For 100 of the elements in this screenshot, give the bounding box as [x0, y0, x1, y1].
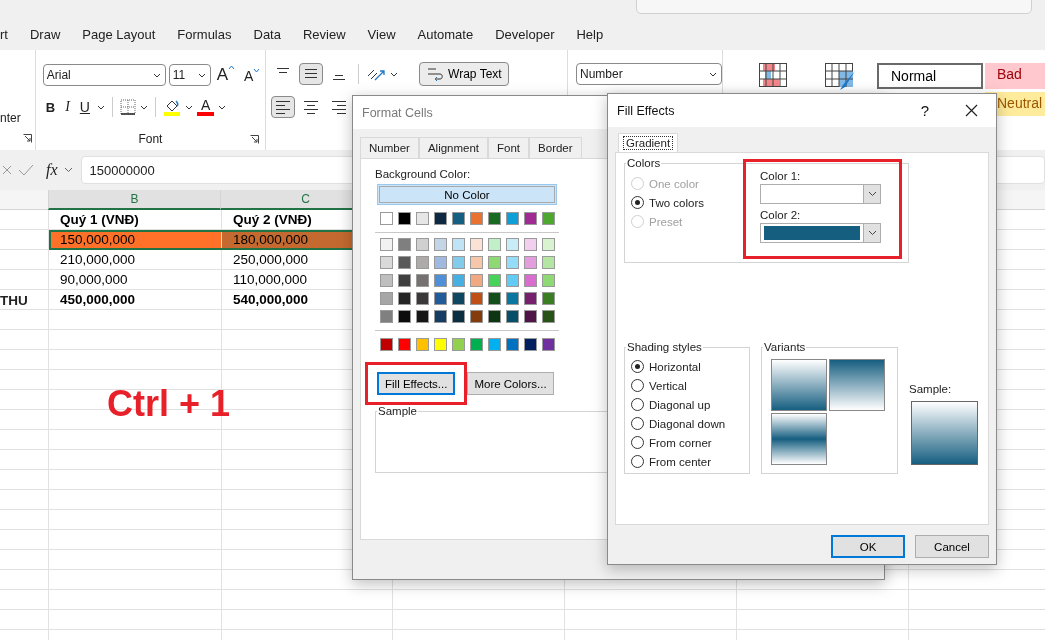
color-swatch[interactable] — [452, 338, 465, 351]
format-button[interactable]: U — [76, 99, 93, 115]
color-swatch[interactable] — [380, 338, 393, 351]
color-swatch[interactable] — [506, 338, 519, 351]
radio-button[interactable] — [631, 360, 644, 373]
color-swatch[interactable] — [452, 238, 465, 251]
color-swatch[interactable] — [470, 338, 483, 351]
color-swatch[interactable] — [524, 212, 537, 225]
chevron-icon[interactable] — [218, 104, 227, 110]
dialog-tab[interactable]: Border — [529, 137, 582, 158]
color-swatch[interactable] — [524, 292, 537, 305]
gradient-swatch[interactable] — [771, 413, 827, 465]
number-format-dropdown[interactable]: Number — [576, 63, 722, 85]
ribbon-tab[interactable]: Data — [242, 26, 292, 42]
gradient-swatch[interactable] — [771, 359, 827, 411]
color-swatch[interactable] — [506, 238, 519, 251]
color-swatch[interactable] — [416, 310, 429, 323]
color-swatch[interactable] — [488, 256, 501, 269]
color-swatch[interactable] — [524, 256, 537, 269]
color-dropdown[interactable] — [760, 223, 881, 243]
chevron-icon[interactable] — [139, 104, 148, 110]
align-button[interactable] — [299, 63, 324, 85]
dialog-button[interactable]: Cancel — [915, 535, 989, 558]
radio-option[interactable]: From center — [631, 454, 743, 469]
color-swatch[interactable] — [488, 212, 501, 225]
radio-button[interactable] — [631, 379, 644, 392]
color-swatch[interactable] — [506, 212, 519, 225]
ribbon-tab[interactable]: View — [356, 26, 407, 42]
radio-option[interactable]: Diagonal up — [631, 397, 743, 412]
dialog-launcher-icon[interactable] — [250, 135, 260, 144]
radio-option[interactable]: Vertical — [631, 378, 743, 393]
dialog-button[interactable]: OK — [831, 535, 905, 558]
dialog-tab[interactable]: Number — [360, 137, 419, 158]
radio-button[interactable] — [631, 436, 644, 449]
ribbon-tab[interactable]: Page Layout — [71, 26, 167, 42]
color-swatch[interactable] — [524, 338, 537, 351]
color-swatch[interactable] — [488, 238, 501, 251]
ribbon-tab[interactable]: Help — [565, 26, 615, 42]
color-swatch[interactable] — [470, 274, 483, 287]
radio-option[interactable]: Two colors — [631, 195, 743, 210]
no-color-button[interactable]: No Color — [377, 184, 557, 205]
color-swatch[interactable] — [434, 238, 447, 251]
color-swatch[interactable] — [398, 256, 411, 269]
color-swatch[interactable] — [416, 238, 429, 251]
color-swatch[interactable] — [398, 338, 411, 351]
dialog-launcher-icon[interactable] — [23, 134, 32, 143]
color-swatch[interactable] — [380, 310, 393, 323]
dialog-tab[interactable]: Gradient — [618, 133, 679, 152]
color-swatch[interactable] — [380, 256, 393, 269]
ribbon-tab[interactable]: Formulas — [166, 26, 243, 42]
color-swatch[interactable] — [470, 238, 483, 251]
color-swatch[interactable] — [452, 256, 465, 269]
conditional-formatting-icon[interactable] — [759, 63, 787, 87]
ribbon-tab[interactable]: Review — [291, 26, 357, 42]
font-name-dropdown[interactable]: Arial — [42, 64, 166, 86]
color-swatch[interactable] — [452, 212, 465, 225]
color-swatch[interactable] — [452, 310, 465, 323]
color-dropdown[interactable] — [760, 184, 881, 204]
radio-button[interactable] — [631, 196, 644, 209]
merge-center-label[interactable]: nter — [0, 111, 21, 125]
color-swatch[interactable] — [398, 212, 411, 225]
color-swatch[interactable] — [434, 256, 447, 269]
radio-option[interactable]: Horizontal — [631, 359, 743, 374]
color-swatch[interactable] — [470, 212, 483, 225]
color-swatch[interactable] — [488, 310, 501, 323]
ribbon-tab[interactable]: Developer — [484, 26, 566, 42]
dialog-tab[interactable]: Alignment — [418, 137, 489, 158]
color-swatch[interactable] — [524, 274, 537, 287]
color-swatch[interactable] — [542, 238, 555, 251]
color-swatch[interactable] — [542, 338, 555, 351]
color-swatch[interactable] — [542, 212, 555, 225]
color-swatch[interactable] — [380, 274, 393, 287]
color-swatch[interactable] — [434, 338, 447, 351]
format-button[interactable]: I — [62, 99, 73, 115]
gradient-swatch[interactable] — [829, 359, 885, 411]
radio-option[interactable]: From corner — [631, 435, 743, 450]
ribbon-tab[interactable]: Draw — [18, 26, 72, 42]
wrap-text-button[interactable]: Wrap Text — [419, 62, 509, 86]
color-swatch[interactable] — [380, 292, 393, 305]
color-swatch[interactable] — [506, 256, 519, 269]
insert-function-button[interactable]: fx — [46, 161, 58, 179]
color-swatch[interactable] — [380, 238, 393, 251]
color-swatch[interactable] — [416, 338, 429, 351]
color-swatch[interactable] — [506, 292, 519, 305]
color-swatch[interactable] — [398, 310, 411, 323]
color-swatch[interactable] — [488, 338, 501, 351]
fill-color-icon[interactable] — [162, 98, 181, 116]
radio-button[interactable] — [631, 455, 644, 468]
color-swatch[interactable] — [506, 274, 519, 287]
color-swatch[interactable] — [542, 310, 555, 323]
font-size-dropdown[interactable]: 11 — [168, 64, 211, 86]
align-button[interactable] — [271, 96, 296, 118]
color-swatch[interactable] — [452, 292, 465, 305]
color-swatch[interactable] — [434, 310, 447, 323]
chevron-icon[interactable] — [96, 104, 105, 110]
close-icon[interactable] — [965, 104, 978, 117]
color-swatch[interactable] — [542, 292, 555, 305]
color-swatch[interactable] — [542, 256, 555, 269]
color-swatch[interactable] — [398, 292, 411, 305]
color-swatch[interactable] — [452, 274, 465, 287]
